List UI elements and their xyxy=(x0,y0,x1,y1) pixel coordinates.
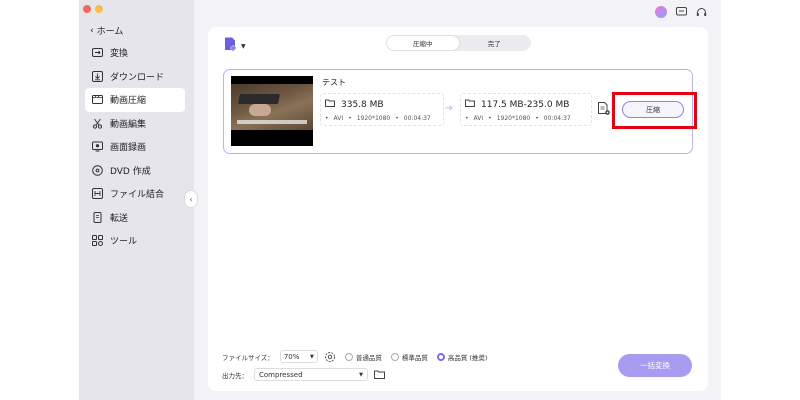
quality-radio-standard[interactable] xyxy=(390,352,399,361)
headset-icon[interactable] xyxy=(695,6,707,18)
sidebar-item-label: 変換 xyxy=(110,49,129,60)
add-file-button[interactable]: ▼ xyxy=(223,36,246,56)
sidebar-nav: 変換 ダウンロード 動画圧縮 動画編集 画面録画 DVD 作成 ファイル結合 転… xyxy=(85,41,185,253)
chevron-down-icon: ▼ xyxy=(359,371,363,378)
tab-compressing[interactable]: 圧縮中 xyxy=(387,36,459,50)
quality-label-normal: 普通品質 xyxy=(355,353,382,362)
home-back-link[interactable]: ‹ ホーム xyxy=(90,24,124,38)
collapse-sidebar-button[interactable]: ‹ xyxy=(184,190,198,208)
sidebar-item-screen-record[interactable]: 画面録画 xyxy=(85,135,185,159)
sidebar-item-dvd[interactable]: DVD 作成 xyxy=(85,159,185,183)
sidebar-item-edit[interactable]: 動画編集 xyxy=(85,112,185,136)
video-thumbnail[interactable] xyxy=(231,76,313,146)
chevron-left-icon: ‹ xyxy=(189,194,193,204)
download-icon xyxy=(91,70,103,82)
sidebar-item-label: 動画圧縮 xyxy=(110,96,147,107)
folder-icon xyxy=(325,99,335,110)
sidebar-item-download[interactable]: ダウンロード xyxy=(85,65,185,89)
filesize-value: 70% xyxy=(283,352,300,361)
app-window: ‹ ホーム 変換 ダウンロード 動画圧縮 動画編集 画面録画 DVD 作成 ファ… xyxy=(79,0,721,400)
tab-completed[interactable]: 完了 xyxy=(459,36,531,50)
status-tabs: 圧縮中 完了 xyxy=(386,35,531,51)
sidebar-item-merge[interactable]: ファイル結合 xyxy=(85,182,185,206)
quality-radio-high[interactable] xyxy=(436,352,445,361)
sidebar-item-tools[interactable]: ツール xyxy=(85,229,185,253)
scissors-icon xyxy=(91,117,103,129)
target-format: AVI xyxy=(473,115,484,122)
sidebar-item-label: ダウンロード xyxy=(110,72,165,83)
chevron-down-icon: ▼ xyxy=(309,353,314,360)
output-select[interactable]: Compressed ▼ xyxy=(254,368,368,381)
output-value: Compressed xyxy=(259,370,303,379)
source-duration: 00:04:37 xyxy=(403,115,431,122)
sidebar-item-convert[interactable]: 変換 xyxy=(85,41,185,65)
sidebar-item-label: 画面録画 xyxy=(110,143,147,154)
quality-label-high: 高品質 (推奨) xyxy=(447,353,488,362)
convert-icon xyxy=(91,47,103,59)
sidebar-item-label: DVD 作成 xyxy=(110,166,151,177)
sidebar-item-label: ツール xyxy=(110,237,138,248)
merge-icon xyxy=(91,188,103,200)
quality-radio-normal[interactable] xyxy=(344,352,353,361)
source-resolution: 1920*1080 xyxy=(356,115,391,122)
filesize-label: ファイルサイズ： xyxy=(222,353,274,362)
target-duration: 00:04:37 xyxy=(543,115,571,122)
arrow-right-icon: ➜ xyxy=(445,103,454,114)
settings-gear-icon[interactable] xyxy=(324,351,336,363)
avatar[interactable] xyxy=(655,6,667,18)
sidebar-item-label: 転送 xyxy=(110,213,129,224)
source-size: 335.8 MB xyxy=(341,99,384,110)
transfer-icon xyxy=(91,211,103,223)
quality-label-standard: 標準品質 xyxy=(401,353,428,362)
output-label: 出力先： xyxy=(222,371,248,380)
compress-icon xyxy=(91,94,103,106)
batch-convert-button[interactable]: 一括変換 xyxy=(618,354,692,377)
target-info: 117.5 MB-235.0 MB • AVI • 1920*1080 • 00:04… xyxy=(460,93,592,126)
chevron-down-icon: ▼ xyxy=(241,42,246,50)
sidebar-item-transfer[interactable]: 転送 xyxy=(85,206,185,230)
filesize-select[interactable]: 70% ▼ xyxy=(279,350,318,363)
chevron-left-icon: ‹ xyxy=(90,25,94,36)
minimize-window-button[interactable] xyxy=(95,5,103,13)
file-settings-icon[interactable] xyxy=(597,101,611,115)
sidebar-item-label: 動画編集 xyxy=(110,119,147,130)
target-size: 117.5 MB-235.0 MB xyxy=(481,99,570,110)
source-info: 335.8 MB • AVI • 1920*1080 • 00:04:37 xyxy=(320,93,444,126)
highlight-box xyxy=(612,92,697,129)
top-toolbar xyxy=(655,6,707,18)
source-format: AVI xyxy=(333,115,344,122)
dvd-icon xyxy=(91,164,103,176)
sidebar-item-compress[interactable]: 動画圧縮 xyxy=(85,88,185,112)
screen-record-icon xyxy=(91,141,103,153)
folder-icon xyxy=(465,99,475,110)
folder-open-icon[interactable] xyxy=(374,369,386,380)
toolbox-icon xyxy=(91,235,103,247)
close-window-button[interactable] xyxy=(83,5,91,13)
home-label: ホーム xyxy=(96,27,124,37)
main-panel: ▼ 圧縮中 完了 テスト 335.8 MB • AVI • 1920*1080 … xyxy=(208,27,708,391)
sidebar: ‹ ホーム 変換 ダウンロード 動画圧縮 動画編集 画面録画 DVD 作成 ファ… xyxy=(79,0,194,400)
file-title: テスト xyxy=(322,78,346,87)
target-resolution: 1920*1080 xyxy=(496,115,531,122)
add-file-icon xyxy=(223,36,239,56)
message-icon[interactable] xyxy=(675,6,687,18)
sidebar-item-label: ファイル結合 xyxy=(110,190,165,201)
